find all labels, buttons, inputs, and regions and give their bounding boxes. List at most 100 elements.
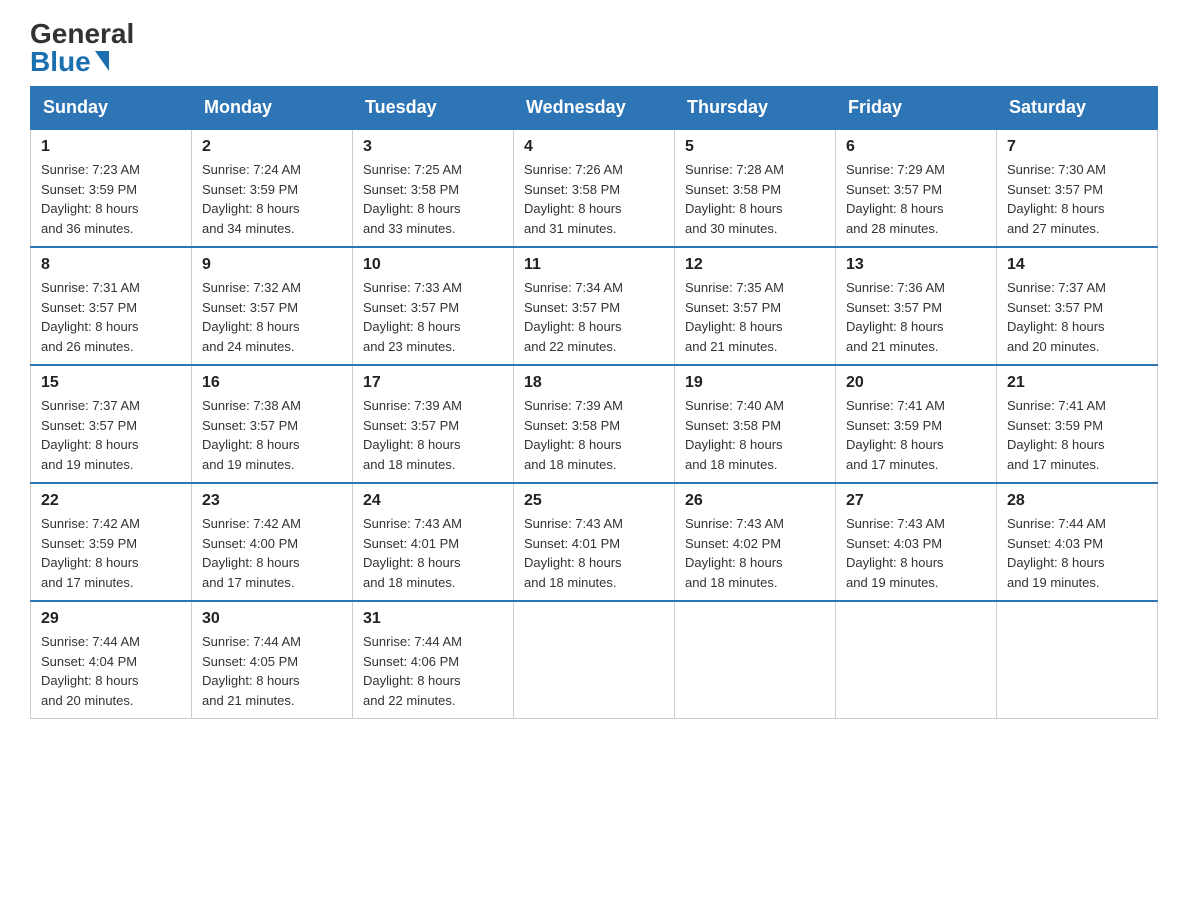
calendar-cell: 15 Sunrise: 7:37 AM Sunset: 3:57 PM Dayl… xyxy=(31,365,192,483)
calendar-cell: 26 Sunrise: 7:43 AM Sunset: 4:02 PM Dayl… xyxy=(675,483,836,601)
calendar-cell: 3 Sunrise: 7:25 AM Sunset: 3:58 PM Dayli… xyxy=(353,129,514,247)
logo-triangle-icon xyxy=(95,51,109,71)
calendar-cell: 10 Sunrise: 7:33 AM Sunset: 3:57 PM Dayl… xyxy=(353,247,514,365)
day-info: Sunrise: 7:37 AM Sunset: 3:57 PM Dayligh… xyxy=(1007,278,1147,356)
week-row-4: 22 Sunrise: 7:42 AM Sunset: 3:59 PM Dayl… xyxy=(31,483,1158,601)
day-number: 9 xyxy=(202,256,342,274)
calendar-cell: 29 Sunrise: 7:44 AM Sunset: 4:04 PM Dayl… xyxy=(31,601,192,719)
day-info: Sunrise: 7:40 AM Sunset: 3:58 PM Dayligh… xyxy=(685,396,825,474)
calendar-cell: 22 Sunrise: 7:42 AM Sunset: 3:59 PM Dayl… xyxy=(31,483,192,601)
col-header-wednesday: Wednesday xyxy=(514,87,675,130)
day-info: Sunrise: 7:39 AM Sunset: 3:57 PM Dayligh… xyxy=(363,396,503,474)
day-info: Sunrise: 7:41 AM Sunset: 3:59 PM Dayligh… xyxy=(846,396,986,474)
day-number: 14 xyxy=(1007,256,1147,274)
day-info: Sunrise: 7:41 AM Sunset: 3:59 PM Dayligh… xyxy=(1007,396,1147,474)
day-number: 3 xyxy=(363,138,503,156)
calendar-cell: 27 Sunrise: 7:43 AM Sunset: 4:03 PM Dayl… xyxy=(836,483,997,601)
day-info: Sunrise: 7:39 AM Sunset: 3:58 PM Dayligh… xyxy=(524,396,664,474)
calendar-cell xyxy=(836,601,997,719)
calendar-cell: 4 Sunrise: 7:26 AM Sunset: 3:58 PM Dayli… xyxy=(514,129,675,247)
calendar-cell: 31 Sunrise: 7:44 AM Sunset: 4:06 PM Dayl… xyxy=(353,601,514,719)
day-number: 15 xyxy=(41,374,181,392)
col-header-friday: Friday xyxy=(836,87,997,130)
calendar-cell: 17 Sunrise: 7:39 AM Sunset: 3:57 PM Dayl… xyxy=(353,365,514,483)
calendar-cell: 19 Sunrise: 7:40 AM Sunset: 3:58 PM Dayl… xyxy=(675,365,836,483)
day-number: 5 xyxy=(685,138,825,156)
calendar-cell xyxy=(514,601,675,719)
day-info: Sunrise: 7:44 AM Sunset: 4:04 PM Dayligh… xyxy=(41,632,181,710)
day-number: 23 xyxy=(202,492,342,510)
day-number: 25 xyxy=(524,492,664,510)
calendar-cell: 18 Sunrise: 7:39 AM Sunset: 3:58 PM Dayl… xyxy=(514,365,675,483)
day-number: 1 xyxy=(41,138,181,156)
day-info: Sunrise: 7:24 AM Sunset: 3:59 PM Dayligh… xyxy=(202,160,342,238)
day-number: 12 xyxy=(685,256,825,274)
day-info: Sunrise: 7:31 AM Sunset: 3:57 PM Dayligh… xyxy=(41,278,181,356)
calendar-cell xyxy=(675,601,836,719)
calendar-cell: 6 Sunrise: 7:29 AM Sunset: 3:57 PM Dayli… xyxy=(836,129,997,247)
calendar-cell: 13 Sunrise: 7:36 AM Sunset: 3:57 PM Dayl… xyxy=(836,247,997,365)
day-info: Sunrise: 7:29 AM Sunset: 3:57 PM Dayligh… xyxy=(846,160,986,238)
week-row-5: 29 Sunrise: 7:44 AM Sunset: 4:04 PM Dayl… xyxy=(31,601,1158,719)
day-number: 26 xyxy=(685,492,825,510)
day-info: Sunrise: 7:25 AM Sunset: 3:58 PM Dayligh… xyxy=(363,160,503,238)
day-info: Sunrise: 7:30 AM Sunset: 3:57 PM Dayligh… xyxy=(1007,160,1147,238)
calendar-cell: 23 Sunrise: 7:42 AM Sunset: 4:00 PM Dayl… xyxy=(192,483,353,601)
day-number: 29 xyxy=(41,610,181,628)
calendar-cell xyxy=(997,601,1158,719)
day-info: Sunrise: 7:42 AM Sunset: 3:59 PM Dayligh… xyxy=(41,514,181,592)
calendar-cell: 30 Sunrise: 7:44 AM Sunset: 4:05 PM Dayl… xyxy=(192,601,353,719)
col-header-saturday: Saturday xyxy=(997,87,1158,130)
calendar-cell: 5 Sunrise: 7:28 AM Sunset: 3:58 PM Dayli… xyxy=(675,129,836,247)
col-header-tuesday: Tuesday xyxy=(353,87,514,130)
day-number: 13 xyxy=(846,256,986,274)
calendar-cell: 1 Sunrise: 7:23 AM Sunset: 3:59 PM Dayli… xyxy=(31,129,192,247)
day-number: 21 xyxy=(1007,374,1147,392)
calendar-header-row: SundayMondayTuesdayWednesdayThursdayFrid… xyxy=(31,87,1158,130)
day-number: 17 xyxy=(363,374,503,392)
day-number: 6 xyxy=(846,138,986,156)
day-info: Sunrise: 7:34 AM Sunset: 3:57 PM Dayligh… xyxy=(524,278,664,356)
day-info: Sunrise: 7:42 AM Sunset: 4:00 PM Dayligh… xyxy=(202,514,342,592)
day-info: Sunrise: 7:43 AM Sunset: 4:03 PM Dayligh… xyxy=(846,514,986,592)
day-number: 7 xyxy=(1007,138,1147,156)
day-number: 31 xyxy=(363,610,503,628)
day-number: 8 xyxy=(41,256,181,274)
col-header-thursday: Thursday xyxy=(675,87,836,130)
day-info: Sunrise: 7:33 AM Sunset: 3:57 PM Dayligh… xyxy=(363,278,503,356)
calendar-cell: 16 Sunrise: 7:38 AM Sunset: 3:57 PM Dayl… xyxy=(192,365,353,483)
calendar-cell: 14 Sunrise: 7:37 AM Sunset: 3:57 PM Dayl… xyxy=(997,247,1158,365)
day-number: 19 xyxy=(685,374,825,392)
logo-blue-text: Blue xyxy=(30,48,109,76)
week-row-3: 15 Sunrise: 7:37 AM Sunset: 3:57 PM Dayl… xyxy=(31,365,1158,483)
calendar-cell: 7 Sunrise: 7:30 AM Sunset: 3:57 PM Dayli… xyxy=(997,129,1158,247)
day-number: 2 xyxy=(202,138,342,156)
day-info: Sunrise: 7:36 AM Sunset: 3:57 PM Dayligh… xyxy=(846,278,986,356)
day-info: Sunrise: 7:23 AM Sunset: 3:59 PM Dayligh… xyxy=(41,160,181,238)
calendar-cell: 20 Sunrise: 7:41 AM Sunset: 3:59 PM Dayl… xyxy=(836,365,997,483)
day-info: Sunrise: 7:28 AM Sunset: 3:58 PM Dayligh… xyxy=(685,160,825,238)
day-number: 16 xyxy=(202,374,342,392)
calendar-table: SundayMondayTuesdayWednesdayThursdayFrid… xyxy=(30,86,1158,719)
day-info: Sunrise: 7:43 AM Sunset: 4:02 PM Dayligh… xyxy=(685,514,825,592)
week-row-1: 1 Sunrise: 7:23 AM Sunset: 3:59 PM Dayli… xyxy=(31,129,1158,247)
week-row-2: 8 Sunrise: 7:31 AM Sunset: 3:57 PM Dayli… xyxy=(31,247,1158,365)
logo: General Blue xyxy=(30,20,134,76)
day-info: Sunrise: 7:26 AM Sunset: 3:58 PM Dayligh… xyxy=(524,160,664,238)
calendar-cell: 24 Sunrise: 7:43 AM Sunset: 4:01 PM Dayl… xyxy=(353,483,514,601)
day-info: Sunrise: 7:35 AM Sunset: 3:57 PM Dayligh… xyxy=(685,278,825,356)
day-number: 24 xyxy=(363,492,503,510)
day-info: Sunrise: 7:32 AM Sunset: 3:57 PM Dayligh… xyxy=(202,278,342,356)
calendar-cell: 8 Sunrise: 7:31 AM Sunset: 3:57 PM Dayli… xyxy=(31,247,192,365)
day-info: Sunrise: 7:37 AM Sunset: 3:57 PM Dayligh… xyxy=(41,396,181,474)
day-number: 11 xyxy=(524,256,664,274)
col-header-monday: Monday xyxy=(192,87,353,130)
day-number: 28 xyxy=(1007,492,1147,510)
day-number: 4 xyxy=(524,138,664,156)
day-number: 20 xyxy=(846,374,986,392)
day-number: 27 xyxy=(846,492,986,510)
day-number: 22 xyxy=(41,492,181,510)
calendar-cell: 2 Sunrise: 7:24 AM Sunset: 3:59 PM Dayli… xyxy=(192,129,353,247)
day-info: Sunrise: 7:43 AM Sunset: 4:01 PM Dayligh… xyxy=(363,514,503,592)
day-number: 10 xyxy=(363,256,503,274)
